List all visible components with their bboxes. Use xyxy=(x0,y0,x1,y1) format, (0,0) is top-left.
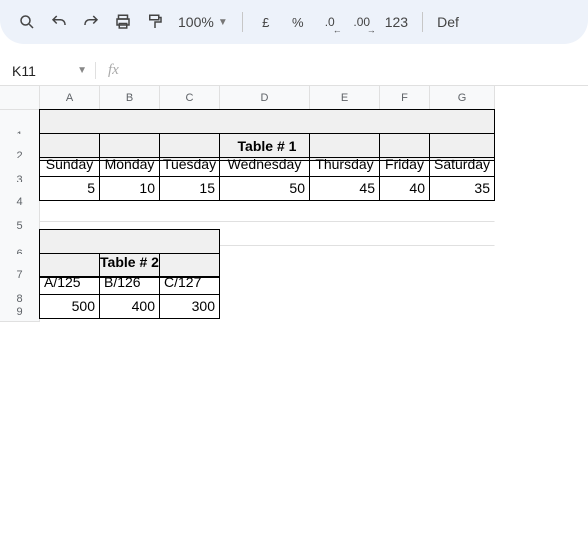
percent-button[interactable]: % xyxy=(283,7,313,37)
col-header[interactable]: F xyxy=(380,86,430,110)
empty-cell[interactable] xyxy=(40,302,495,322)
chevron-down-icon: ▼ xyxy=(218,17,228,28)
col-header[interactable]: A xyxy=(40,86,100,110)
separator xyxy=(422,12,423,32)
col-header[interactable]: D xyxy=(220,86,310,110)
fx-label: fx xyxy=(95,62,119,79)
col-header[interactable]: E xyxy=(310,86,380,110)
chevron-down-icon: ▼ xyxy=(77,65,87,76)
undo-icon[interactable] xyxy=(44,7,74,37)
increase-decimal-button[interactable]: .00 → xyxy=(347,7,377,37)
col-header[interactable]: B xyxy=(100,86,160,110)
row-header[interactable]: 9 xyxy=(0,302,40,322)
name-box[interactable]: K11 ▼ xyxy=(0,63,95,79)
currency-button[interactable]: £ xyxy=(251,7,281,37)
col-header[interactable]: C xyxy=(160,86,220,110)
decrease-decimal-button[interactable]: .0 ← xyxy=(315,7,345,37)
toolbar: 100% ▼ £ % .0 ← .00 → 123 Def xyxy=(0,0,588,44)
cell-reference: K11 xyxy=(12,63,36,79)
redo-icon[interactable] xyxy=(76,7,106,37)
print-icon[interactable] xyxy=(108,7,138,37)
select-all-corner[interactable] xyxy=(0,86,40,110)
font-dropdown[interactable]: Def xyxy=(431,14,465,30)
search-icon[interactable] xyxy=(12,7,42,37)
formula-bar-row: K11 ▼ fx xyxy=(0,56,588,86)
zoom-value: 100% xyxy=(178,14,214,30)
paint-format-icon[interactable] xyxy=(140,7,170,37)
col-header[interactable]: G xyxy=(430,86,495,110)
separator xyxy=(242,12,243,32)
spreadsheet-grid[interactable]: A B C D E F G 1 Table # 1 2 Sunday Monda… xyxy=(0,86,588,326)
number-format-button[interactable]: 123 xyxy=(379,14,414,30)
zoom-dropdown[interactable]: 100% ▼ xyxy=(172,14,234,30)
